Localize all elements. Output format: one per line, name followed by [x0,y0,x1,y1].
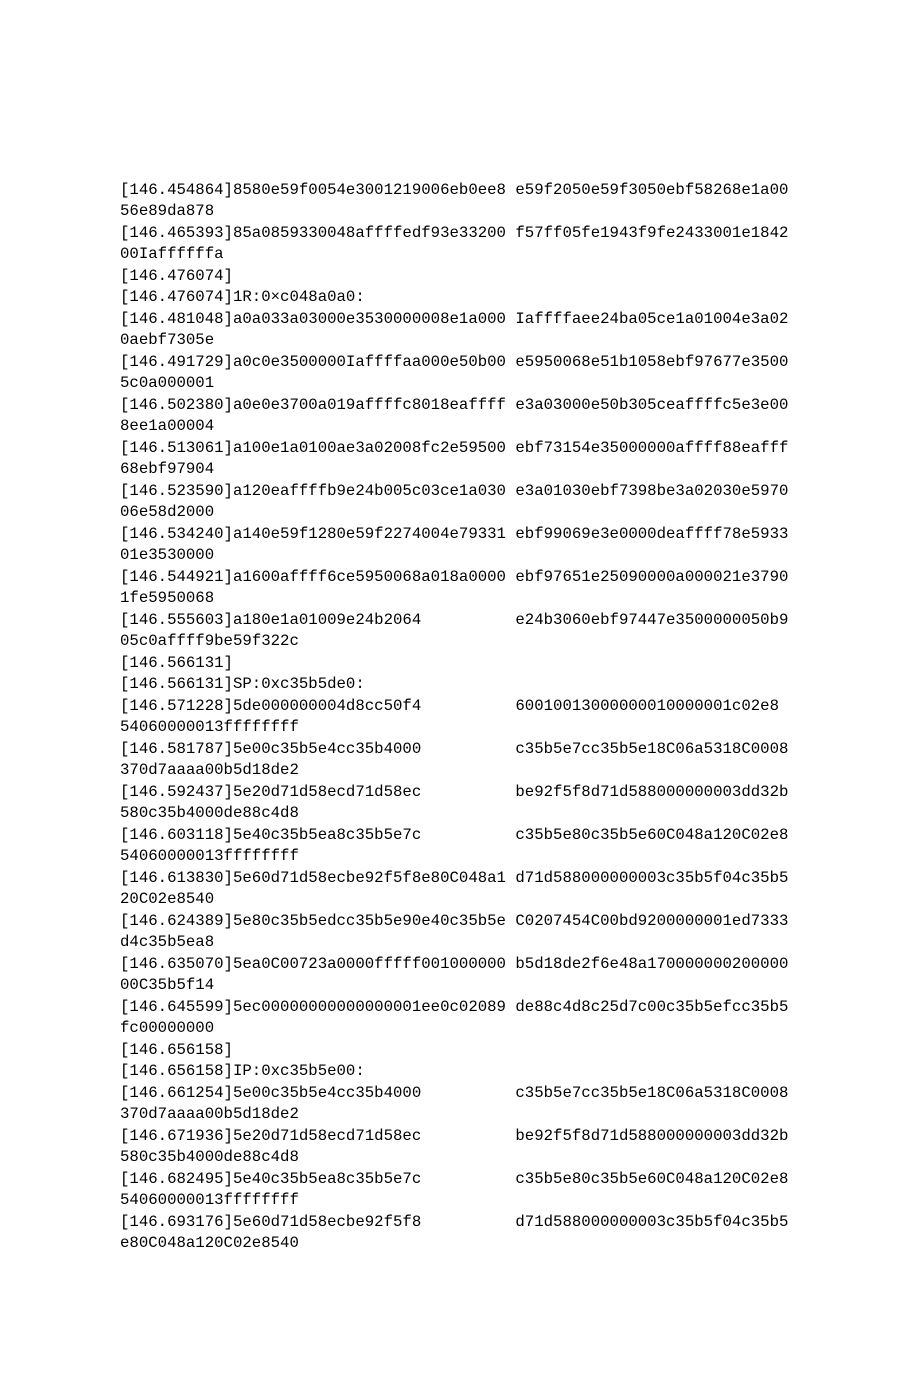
kernel-log-dump: [146.454864]8580e59f0054e3001219006eb0ee… [0,16,920,1375]
